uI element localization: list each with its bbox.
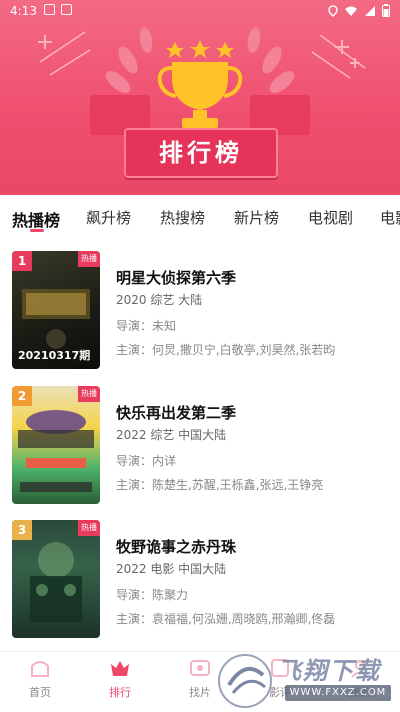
hot-tag: 热播 bbox=[78, 386, 100, 402]
ranking-tabs: 热播榜 飙升榜 热搜榜 新片榜 电视剧 电影 bbox=[0, 195, 400, 241]
hot-tag: 热播 bbox=[78, 251, 100, 267]
list-item[interactable]: 2 热播 快乐再出发第二季 2022 综艺 中国大陆 导演：内详 主演：陈楚生,… bbox=[12, 386, 392, 504]
ranking-icon bbox=[111, 661, 129, 676]
poster-image[interactable]: 3 热播 bbox=[12, 520, 100, 638]
list-item[interactable]: 1 热播 20210317期 明星大侦探第六季 2020 综艺 大陆 导演：未知… bbox=[12, 251, 392, 369]
poster-image[interactable]: 2 热播 bbox=[12, 386, 100, 504]
item-cast: 主演：袁福福,何泓姗,周晓鸥,邢瀚卿,佟磊 bbox=[116, 612, 336, 626]
list-item[interactable]: 3 热播 牧野诡事之赤丹珠 2022 电影 中国大陆 导演：陈聚力 主演：袁福福… bbox=[12, 520, 392, 638]
watermark-name: 飞翔下载 bbox=[277, 657, 381, 685]
item-director: 导演：陈聚力 bbox=[116, 588, 189, 602]
item-meta: 2020 综艺 大陆 bbox=[116, 293, 203, 307]
episode-badge: 20210317期 bbox=[18, 349, 91, 362]
watermark: 飞翔下载 WWW.FXXZ.COM bbox=[215, 645, 400, 711]
nav-home[interactable]: 首页 bbox=[10, 656, 70, 700]
rank-badge: 2 bbox=[12, 386, 32, 406]
watermark-url: WWW.FXXZ.COM bbox=[285, 685, 391, 701]
find-icon bbox=[190, 660, 210, 676]
poster-image[interactable]: 1 热播 20210317期 bbox=[12, 251, 100, 369]
item-meta: 2022 综艺 中国大陆 bbox=[116, 428, 227, 442]
nav-label: 排行 bbox=[109, 686, 131, 699]
banner-title: 排行榜 bbox=[124, 128, 278, 178]
active-tab-indicator bbox=[30, 229, 44, 232]
item-meta: 2022 电影 中国大陆 bbox=[116, 562, 227, 576]
item-cast: 主演：何炅,撒贝宁,白敬亭,刘昊然,张若昀 bbox=[116, 343, 336, 357]
tab-new-release[interactable]: 新片榜 bbox=[234, 207, 279, 228]
item-director: 导演：未知 bbox=[116, 319, 177, 333]
ranking-banner: 4:13 排行榜 bbox=[0, 0, 400, 195]
item-cast: 主演：陈楚生,苏醒,王栎鑫,张远,王铮亮 bbox=[116, 478, 324, 492]
item-title[interactable]: 明星大侦探第六季 bbox=[116, 267, 236, 288]
tab-movie[interactable]: 电影 bbox=[380, 207, 400, 228]
tab-tv-series[interactable]: 电视剧 bbox=[308, 207, 353, 228]
tab-hot-search[interactable]: 热搜榜 bbox=[160, 207, 205, 228]
item-director: 导演：内详 bbox=[116, 454, 177, 468]
nav-ranking[interactable]: 排行 bbox=[90, 656, 150, 700]
nav-label: 首页 bbox=[29, 686, 51, 699]
tab-hot-play[interactable]: 热播榜 bbox=[12, 207, 60, 231]
rank-badge: 1 bbox=[12, 251, 32, 271]
rank-badge: 3 bbox=[12, 520, 32, 540]
tab-rising[interactable]: 飙升榜 bbox=[86, 207, 131, 228]
item-title[interactable]: 快乐再出发第二季 bbox=[116, 402, 236, 423]
hot-tag: 热播 bbox=[78, 520, 100, 536]
item-title[interactable]: 牧野诡事之赤丹珠 bbox=[116, 536, 236, 557]
home-icon bbox=[31, 661, 49, 677]
